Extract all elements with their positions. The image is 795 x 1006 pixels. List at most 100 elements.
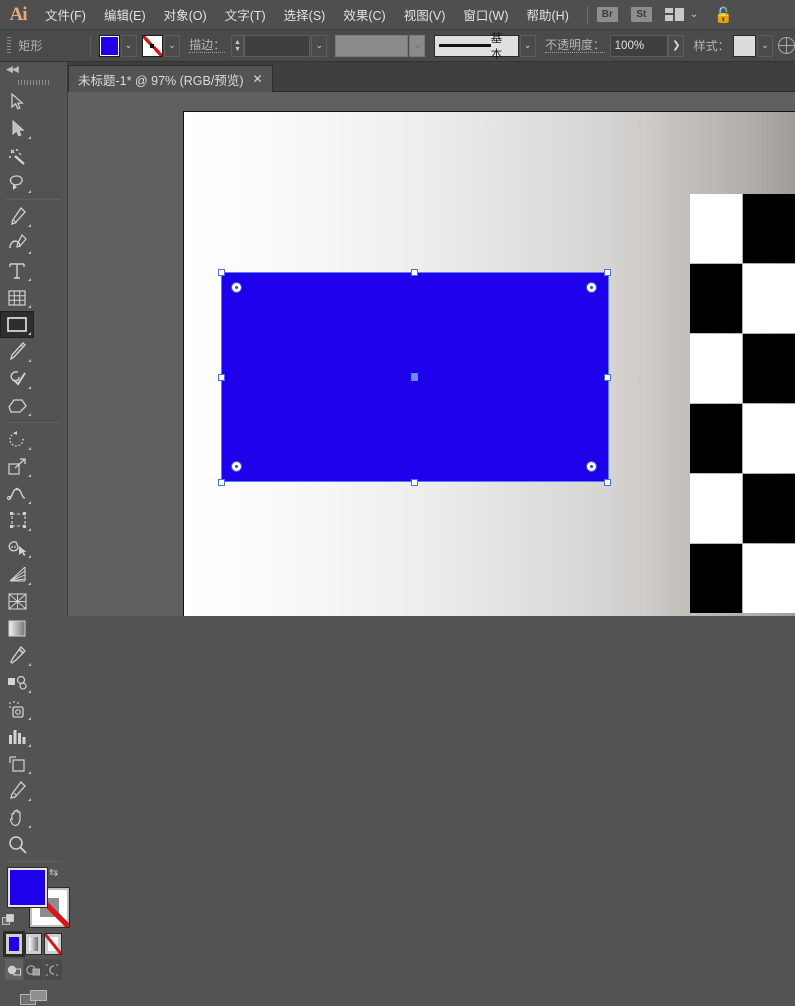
menu-help[interactable]: 帮助(H) <box>518 0 578 30</box>
variable-width-dropdown[interactable]: ⌄ <box>409 34 426 57</box>
selection-handle-bottom-center[interactable] <box>411 479 418 486</box>
fill-color-swatch[interactable] <box>98 34 120 57</box>
graphic-style-dropdown[interactable]: ⌄ <box>756 34 773 57</box>
menu-edit[interactable]: 编辑(E) <box>95 0 155 30</box>
shaper-tool[interactable] <box>0 365 34 392</box>
paintbrush-tool[interactable] <box>0 338 34 365</box>
color-mode-none[interactable] <box>44 933 63 955</box>
stroke-swatch-dropdown[interactable]: ⌄ <box>163 34 180 57</box>
color-mode-gradient[interactable] <box>24 933 43 955</box>
tools-panel-header: ◀◀ <box>0 62 67 76</box>
control-bar-grip[interactable] <box>4 35 13 57</box>
stroke-weight-dropdown[interactable]: ⌄ <box>311 34 328 57</box>
line-segment-tool[interactable] <box>0 284 34 311</box>
swap-fill-stroke-icon[interactable]: ⇆ <box>49 866 63 880</box>
screen-mode-button[interactable] <box>0 980 67 1006</box>
width-tool[interactable] <box>0 480 34 507</box>
free-transform-tool[interactable] <box>0 507 34 534</box>
checkerboard-pattern <box>690 194 795 616</box>
magic-wand-tool[interactable] <box>0 142 34 169</box>
eraser-tool[interactable] <box>0 392 34 419</box>
menu-type[interactable]: 文字(T) <box>216 0 275 30</box>
hand-tool[interactable] <box>0 804 34 831</box>
graphic-style-swatch[interactable] <box>733 34 756 57</box>
selection-handle-bottom-left[interactable] <box>218 479 225 486</box>
artboard-tool[interactable] <box>0 750 34 777</box>
zoom-tool[interactable] <box>0 831 34 858</box>
corner-radius-widget-bottom-right[interactable] <box>586 461 597 472</box>
selection-handle-middle-right[interactable] <box>604 374 611 381</box>
symbol-sprayer-tool[interactable] <box>0 696 34 723</box>
mesh-tool[interactable] <box>0 588 34 615</box>
rectangle-tool[interactable] <box>0 311 34 338</box>
brush-definition-label: 基本 <box>490 32 503 61</box>
tools-grid-3 <box>0 426 67 858</box>
fill-swatch-dropdown[interactable]: ⌄ <box>120 34 137 57</box>
menu-view[interactable]: 视图(V) <box>395 0 455 30</box>
perspective-grid-tool[interactable] <box>0 561 34 588</box>
brush-definition-dropdown[interactable]: ⌄ <box>519 34 536 57</box>
slice-tool[interactable] <box>0 777 34 804</box>
draw-behind[interactable] <box>24 959 43 980</box>
tools-panel-grip[interactable] <box>0 76 67 88</box>
close-icon[interactable]: ✕ <box>253 72 263 86</box>
draw-mode-buttons <box>0 955 67 980</box>
opacity-input[interactable]: 100% <box>609 34 669 57</box>
stroke-color-swatch[interactable] <box>142 34 163 57</box>
pen-tool[interactable] <box>0 203 34 230</box>
gradient-tool[interactable] <box>0 615 34 642</box>
shape-builder-tool[interactable] <box>0 534 34 561</box>
scale-tool[interactable] <box>0 453 34 480</box>
rotate-tool[interactable] <box>0 426 34 453</box>
fill-color-indicator[interactable] <box>7 867 48 908</box>
stroke-weight-stepper[interactable]: ▲ ▼ <box>230 34 245 57</box>
draw-normal[interactable] <box>5 959 24 980</box>
stock-button[interactable]: St <box>630 7 652 22</box>
active-tool-label: 矩形 <box>18 39 43 53</box>
style-label: 样式： <box>693 39 730 53</box>
lasso-tool[interactable] <box>0 169 34 196</box>
selection-handle-top-center[interactable] <box>411 269 418 276</box>
tools-grid <box>0 88 67 196</box>
selection-handle-bottom-right[interactable] <box>604 479 611 486</box>
collapse-panel-icon[interactable]: ◀◀ <box>6 64 19 75</box>
curvature-tool[interactable] <box>0 230 34 257</box>
blend-tool[interactable] <box>0 669 34 696</box>
eyedropper-tool[interactable] <box>0 642 34 669</box>
tools-divider-1 <box>6 199 61 200</box>
menu-bar: Ai 文件(F) 编辑(E) 对象(O) 文字(T) 选择(S) 效果(C) 视… <box>0 0 795 30</box>
document-setup-globe-icon[interactable] <box>777 37 795 54</box>
default-fill-stroke-icon[interactable] <box>2 914 15 927</box>
corner-radius-widget-top-right[interactable] <box>586 282 597 293</box>
fill-stroke-control: ⇆ <box>0 866 70 930</box>
selection-handle-top-left[interactable] <box>218 269 225 276</box>
bridge-button[interactable]: Br <box>596 7 618 22</box>
menu-window[interactable]: 窗口(W) <box>454 0 517 30</box>
selection-handle-middle-left[interactable] <box>218 374 225 381</box>
tool-flyout-indicator <box>28 305 31 308</box>
tool-flyout-indicator <box>28 744 31 747</box>
column-graph-tool[interactable] <box>0 723 34 750</box>
variable-width-profile-input[interactable] <box>334 34 409 57</box>
type-tool[interactable] <box>0 257 34 284</box>
cc-sync-icon[interactable]: 🔓 <box>714 6 733 24</box>
brush-definition-select[interactable]: 基本 <box>433 33 519 61</box>
stroke-weight-input[interactable] <box>244 34 311 57</box>
menu-select[interactable]: 选择(S) <box>275 0 335 30</box>
color-mode-solid[interactable] <box>5 933 23 955</box>
direct-selection-tool[interactable] <box>0 115 34 142</box>
menu-object[interactable]: 对象(O) <box>155 0 216 30</box>
selection-handle-top-right[interactable] <box>604 269 611 276</box>
screen-mode-icon <box>19 990 48 1006</box>
document-tab[interactable]: 未标题-1* @ 97% (RGB/预览) ✕ <box>68 65 273 92</box>
draw-inside[interactable] <box>43 959 62 980</box>
opacity-flyout-button[interactable]: ❯ <box>668 34 685 57</box>
menu-file[interactable]: 文件(F) <box>36 0 95 30</box>
arrange-documents-button[interactable]: ⌄ <box>664 8 698 21</box>
menu-effect[interactable]: 效果(C) <box>334 0 394 30</box>
corner-radius-widget-bottom-left[interactable] <box>231 461 242 472</box>
corner-radius-widget-top-left[interactable] <box>231 282 242 293</box>
canvas-area[interactable] <box>68 92 795 616</box>
selection-tool[interactable] <box>0 88 34 115</box>
tool-flyout-indicator <box>28 528 31 531</box>
